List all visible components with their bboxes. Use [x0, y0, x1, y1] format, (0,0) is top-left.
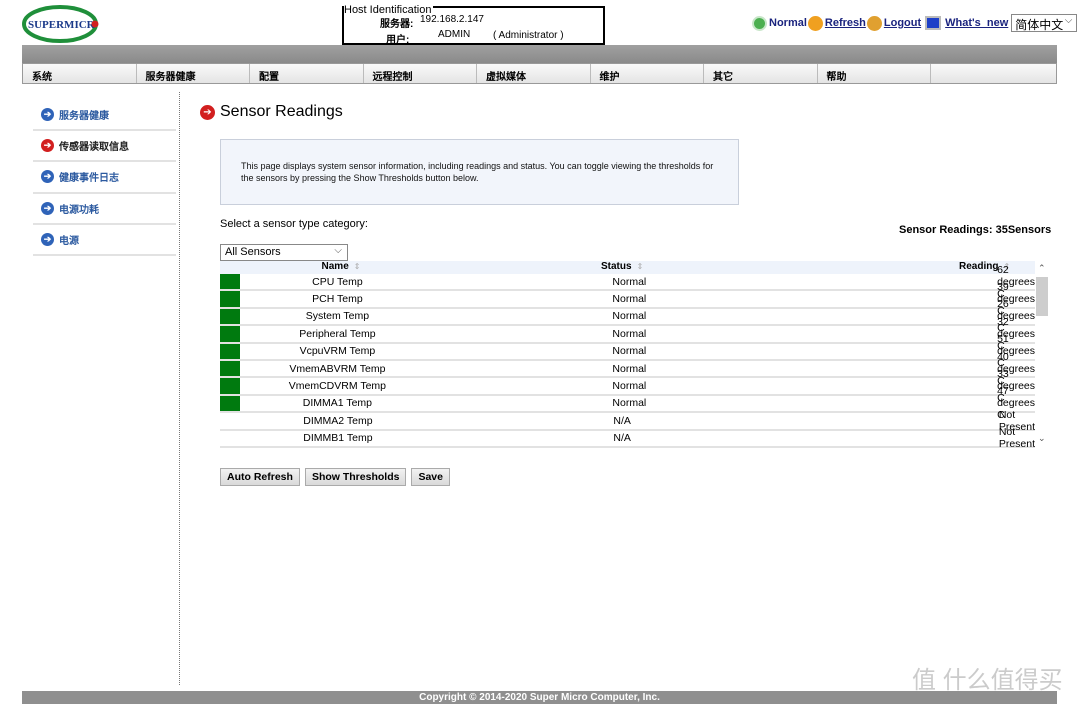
sort-icon: ⇕: [636, 262, 644, 271]
nav-maintenance[interactable]: 维护: [591, 64, 704, 83]
sensor-count: Sensor Readings: 35Sensors: [899, 224, 1052, 236]
sensor-name: CPU Temp: [312, 275, 363, 288]
status-indicator: [220, 378, 241, 394]
sensor-name: Peripheral Temp: [299, 327, 376, 340]
sidebar-item-server-health[interactable]: ➔ 服务器健康: [33, 100, 176, 132]
sensor-name: DIMMA2 Temp: [303, 414, 373, 427]
status-indicator: [220, 395, 241, 412]
sensor-status: N/A: [613, 432, 631, 445]
logout-link[interactable]: Logout: [884, 17, 921, 29]
sidebar-item-power-consumption[interactable]: ➔ 电源功耗: [33, 194, 176, 225]
supermicro-logo: SUPERMICR: [22, 4, 102, 44]
sensor-type-select[interactable]: All Sensors: [220, 244, 348, 261]
sensor-status: Normal: [612, 397, 647, 410]
sensor-name: VcpuVRM Temp: [299, 345, 376, 358]
sensor-status: Normal: [612, 293, 647, 306]
sensor-name: System Temp: [305, 310, 370, 323]
sidebar-item-power[interactable]: ➔ 电源: [33, 225, 176, 256]
status-indicator: [220, 291, 241, 307]
sensor-name: DIMMB1 Temp: [303, 432, 373, 445]
nav-system[interactable]: 系统: [23, 64, 137, 83]
arrow-right-icon: ➔: [41, 232, 54, 246]
language-select[interactable]: 简体中文: [1011, 14, 1078, 32]
svg-text:SUPERMICR: SUPERMICR: [28, 19, 96, 31]
footer: Copyright © 2014-2020 Super Micro Comput…: [22, 691, 1057, 704]
info-box: This page displays system sensor informa…: [220, 139, 739, 205]
scrollbar-thumb[interactable]: [1036, 277, 1048, 316]
sensor-status: Normal: [612, 275, 647, 288]
arrow-right-icon: ➔: [200, 104, 215, 120]
sensor-status: Normal: [612, 345, 647, 358]
status-indicator: [220, 326, 241, 342]
server-ip: 192.168.2.147: [420, 14, 484, 25]
table-row: DIMMB1 Temp N/A Not Present: [220, 426, 1035, 450]
sensor-name: VmemABVRM Temp: [289, 362, 386, 375]
nav-remote-control[interactable]: 远程控制: [364, 64, 477, 83]
user-role: ( Administrator ): [493, 30, 564, 41]
status-indicator: [220, 413, 240, 428]
sensor-status: Normal: [612, 380, 647, 393]
sensor-reading: Not Present: [998, 426, 1035, 451]
save-button[interactable]: Save: [411, 468, 450, 486]
status-indicator: [220, 343, 241, 359]
main-nav: 系统 服务器健康 配置 远程控制 虚拟媒体 维护 其它 帮助: [22, 63, 1057, 84]
whats-new-link[interactable]: What's_new: [945, 17, 1008, 29]
arrow-right-icon: ➔: [41, 201, 54, 215]
nav-virtual-media[interactable]: 虚拟媒体: [477, 64, 591, 83]
refresh-icon[interactable]: [807, 15, 823, 31]
status-ok-icon: [752, 15, 767, 31]
sensor-name: DIMMA1 Temp: [302, 397, 373, 410]
status-indicator: [220, 308, 241, 325]
sensor-name: VmemCDVRM Temp: [288, 380, 387, 393]
auto-refresh-button[interactable]: Auto Refresh: [220, 468, 300, 486]
sidebar-item-event-log[interactable]: ➔ 健康事件日志: [33, 162, 176, 194]
page-title: ➔ Sensor Readings: [200, 103, 343, 121]
scroll-up-icon[interactable]: ⌃: [1038, 263, 1046, 274]
sidebar: ➔ 服务器健康 ➔ 传感器读取信息 ➔ 健康事件日志 ➔ 电源功耗 ➔ 电源: [33, 100, 176, 256]
logout-icon[interactable]: [866, 15, 882, 31]
watermark: 值 什么值得买: [912, 667, 1063, 694]
status-indicator: [220, 431, 240, 446]
sort-icon: ⇕: [353, 262, 361, 271]
username: ADMIN: [438, 29, 471, 40]
host-identification: Host Identification 服务器: 192.168.2.147 用…: [342, 4, 605, 46]
select-label: Select a sensor type category:: [220, 218, 368, 230]
sensor-status: Normal: [612, 327, 647, 340]
arrow-right-icon: ➔: [41, 170, 54, 184]
monitor-icon: [925, 16, 942, 30]
nav-configuration[interactable]: 配置: [250, 64, 364, 83]
refresh-link[interactable]: Refresh: [825, 17, 866, 29]
nav-server-health[interactable]: 服务器健康: [137, 64, 250, 83]
header-status[interactable]: Status ⇕: [441, 261, 799, 274]
sensor-name: PCH Temp: [312, 293, 363, 306]
header-name[interactable]: Name ⇕: [241, 261, 441, 274]
divider: [179, 92, 180, 685]
sensor-status: N/A: [613, 414, 631, 427]
nav-misc[interactable]: 其它: [704, 64, 818, 83]
status-text: Normal: [769, 17, 807, 29]
sensor-status: Normal: [612, 362, 647, 375]
nav-help[interactable]: 帮助: [818, 64, 931, 83]
status-indicator: [220, 360, 241, 377]
header-bar: [22, 45, 1057, 63]
scroll-down-icon[interactable]: ⌄: [1038, 433, 1046, 444]
sensor-table: Name ⇕ Status ⇕ Reading ⇕ CPU Temp Normal 6…: [220, 261, 1035, 450]
arrow-right-icon: ➔: [41, 139, 54, 153]
arrow-right-icon: ➔: [41, 108, 54, 122]
nav-empty: [931, 64, 1045, 83]
status-indicator: [220, 274, 241, 290]
show-thresholds-button[interactable]: Show Thresholds: [304, 468, 407, 486]
sidebar-item-sensor-readings[interactable]: ➔ 传感器读取信息: [33, 131, 176, 163]
sensor-status: Normal: [612, 310, 647, 323]
